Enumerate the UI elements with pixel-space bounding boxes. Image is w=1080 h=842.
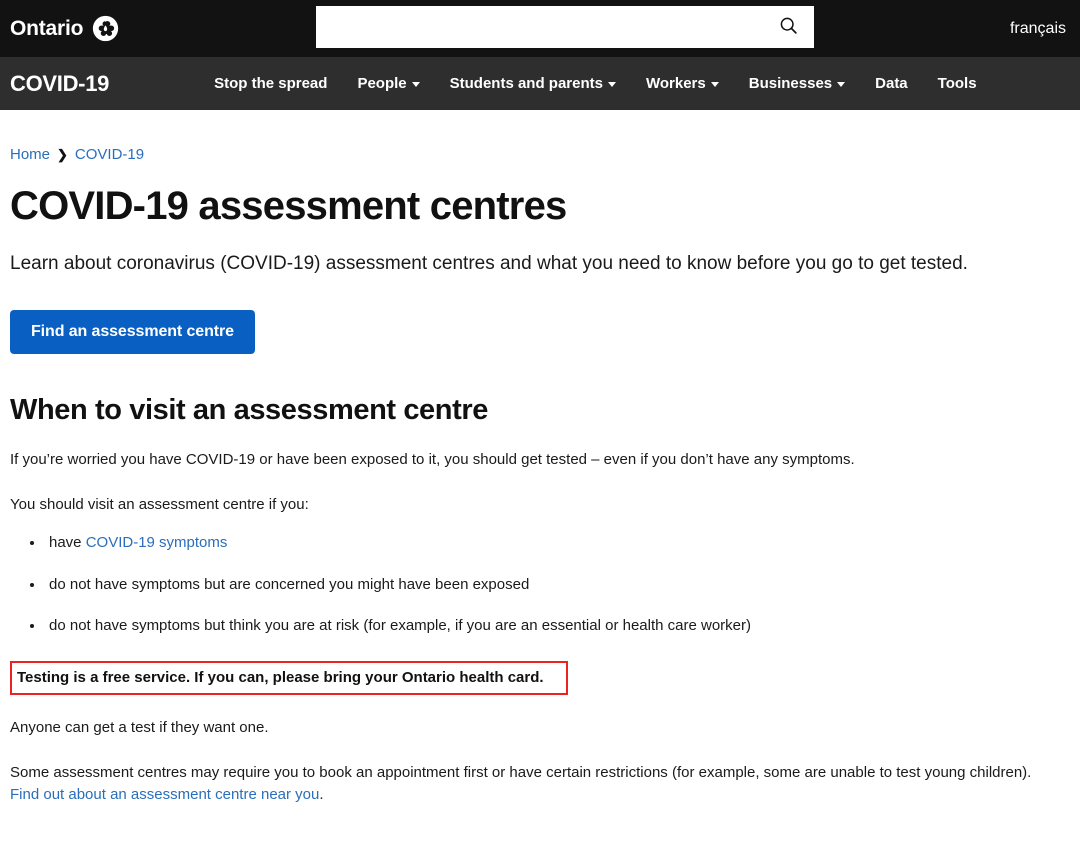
list-item: have COVID-19 symptoms bbox=[45, 532, 1070, 555]
nav-item-data[interactable]: Data bbox=[860, 76, 923, 91]
covid-19-symptoms-link[interactable]: COVID-19 symptoms bbox=[86, 534, 228, 551]
nav-item-label: Workers bbox=[645, 75, 706, 92]
main-content: Home ❯ COVID-19 COVID-19 assessment cent… bbox=[0, 146, 1080, 807]
paragraph-should-visit-if: You should visit an assessment centre if… bbox=[10, 495, 309, 513]
nav-item-label: Tools bbox=[937, 75, 977, 92]
page-intro-text: Learn about coronavirus (COVID-19) asses… bbox=[10, 253, 968, 274]
page-title: COVID-19 assessment centres bbox=[10, 184, 567, 228]
ontario-brand-logo[interactable]: Ontario bbox=[10, 0, 119, 57]
highlight-text: Testing is a free service. If you can, p… bbox=[17, 668, 544, 686]
nav-item-list: Stop the spread People Students and pare… bbox=[199, 76, 991, 91]
list-item-text: do not have symptoms but are concerned y… bbox=[49, 575, 530, 593]
nav-item-label: Students and parents bbox=[449, 75, 603, 92]
nav-item-stop-the-spread[interactable]: Stop the spread bbox=[199, 76, 342, 91]
nav-item-people[interactable]: People bbox=[342, 76, 434, 91]
breadcrumb: Home ❯ COVID-19 bbox=[10, 146, 1070, 163]
nav-item-businesses[interactable]: Businesses bbox=[734, 76, 860, 91]
search-input[interactable] bbox=[316, 6, 762, 48]
chevron-right-icon: ❯ bbox=[57, 146, 68, 162]
site-search[interactable] bbox=[316, 6, 814, 48]
chevron-down-icon bbox=[607, 82, 616, 87]
list-item-text: have bbox=[49, 534, 86, 552]
breadcrumb-link-covid-19[interactable]: COVID-19 bbox=[75, 146, 144, 163]
reasons-to-visit-list: have COVID-19 symptoms do not have sympt… bbox=[10, 532, 1070, 638]
find-an-assessment-centre-button[interactable]: Find an assessment centre bbox=[10, 310, 255, 355]
find-centre-near-you-link[interactable]: Find out about an assessment centre near… bbox=[10, 786, 319, 803]
nav-item-label: Stop the spread bbox=[214, 75, 328, 92]
nav-site-title[interactable]: COVID-19 bbox=[10, 71, 109, 97]
section-heading-when-to-visit: When to visit an assessment centre bbox=[10, 394, 488, 427]
chevron-down-icon bbox=[710, 82, 719, 87]
paragraph-text-prefix: Some assessment centres may require you … bbox=[10, 763, 1032, 781]
list-item-text: do not have symptoms but think you are a… bbox=[49, 617, 751, 635]
paragraph-anyone-can-test: Anyone can get a test if they want one. bbox=[10, 719, 269, 737]
paragraph-worried-get-tested: If you’re worried you have COVID-19 or h… bbox=[10, 451, 855, 469]
nav-item-workers[interactable]: Workers bbox=[631, 76, 734, 91]
language-toggle-francais[interactable]: français bbox=[1010, 20, 1066, 38]
chevron-down-icon bbox=[837, 82, 846, 87]
list-item: do not have symptoms but are concerned y… bbox=[45, 574, 1070, 597]
nav-item-students-and-parents[interactable]: Students and parents bbox=[435, 76, 631, 91]
paragraph-appointment-restrictions: Some assessment centres may require you … bbox=[10, 762, 1050, 807]
paragraph-text-suffix: . bbox=[319, 786, 324, 804]
chevron-down-icon bbox=[411, 82, 420, 87]
brand-wordmark: Ontario bbox=[10, 17, 84, 40]
nav-item-label: Data bbox=[875, 75, 908, 92]
trillium-logo-icon bbox=[92, 15, 119, 42]
nav-item-label: People bbox=[357, 75, 407, 92]
highlighted-annotation-box: Testing is a free service. If you can, p… bbox=[10, 660, 568, 696]
list-item: do not have symptoms but think you are a… bbox=[45, 615, 1070, 638]
nav-item-tools[interactable]: Tools bbox=[923, 76, 992, 91]
breadcrumb-link-home[interactable]: Home bbox=[10, 146, 50, 163]
search-button[interactable] bbox=[762, 6, 814, 48]
search-icon bbox=[778, 15, 799, 39]
top-header-bar: Ontario français bbox=[0, 0, 1080, 57]
covid-navigation-bar: COVID-19 Stop the spread People Students… bbox=[0, 57, 1080, 110]
nav-item-label: Businesses bbox=[748, 75, 833, 92]
